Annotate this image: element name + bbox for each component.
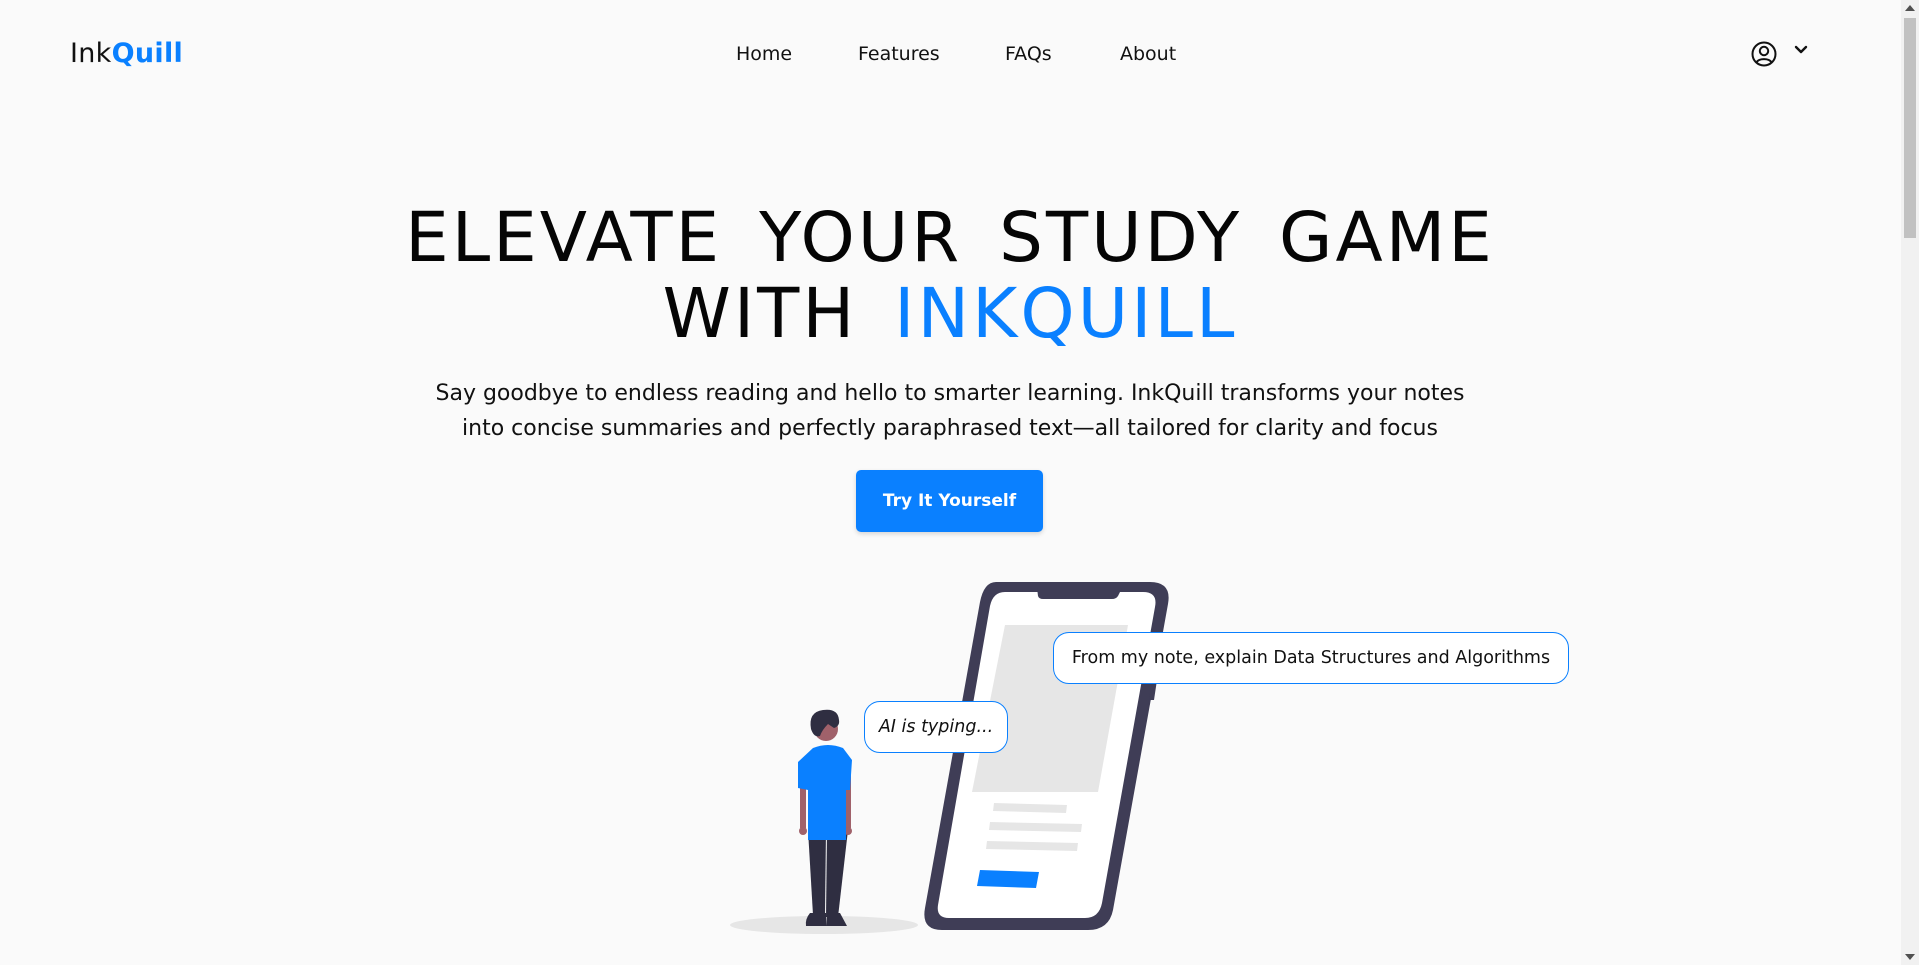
user-menu[interactable] <box>1750 40 1810 70</box>
person-graphic <box>798 709 852 926</box>
hero-title-accent: INKQUILL <box>894 274 1238 354</box>
ai-typing-bubble: AI is typing... <box>864 701 1008 753</box>
hero-illustration <box>730 582 1169 934</box>
try-it-yourself-button[interactable]: Try It Yourself <box>856 470 1043 532</box>
hero-subtitle: Say goodbye to endless reading and hello… <box>380 376 1520 446</box>
hero-subtitle-line2: into concise summaries and perfectly par… <box>462 416 1438 441</box>
main-nav: Home Features FAQs About <box>0 43 1919 73</box>
hero-title-prefix: WITH <box>662 274 858 354</box>
scroll-up-arrow-icon[interactable] <box>1905 5 1915 11</box>
landing-page: InkQuill Home Features FAQs About ELEVAT… <box>0 0 1919 965</box>
hero-title-line2: WITH INKQUILL <box>0 276 1900 352</box>
nav-about[interactable]: About <box>1120 43 1176 65</box>
hero-title-line1: ELEVATE YOUR STUDY GAME <box>405 198 1495 278</box>
nav-faqs[interactable]: FAQs <box>1005 43 1052 65</box>
nav-features[interactable]: Features <box>858 43 940 65</box>
page-scrollbar[interactable] <box>1901 0 1919 965</box>
chevron-down-icon <box>1794 45 1808 54</box>
scroll-down-arrow-icon[interactable] <box>1905 954 1915 960</box>
hero-subtitle-line1: Say goodbye to endless reading and hello… <box>435 381 1465 406</box>
prompt-bubble: From my note, explain Data Structures an… <box>1053 632 1569 684</box>
scrollbar-thumb[interactable] <box>1904 18 1916 238</box>
user-circle-icon <box>1751 41 1777 67</box>
hero-title: ELEVATE YOUR STUDY GAME WITH INKQUILL <box>0 200 1900 352</box>
nav-home[interactable]: Home <box>736 43 792 65</box>
